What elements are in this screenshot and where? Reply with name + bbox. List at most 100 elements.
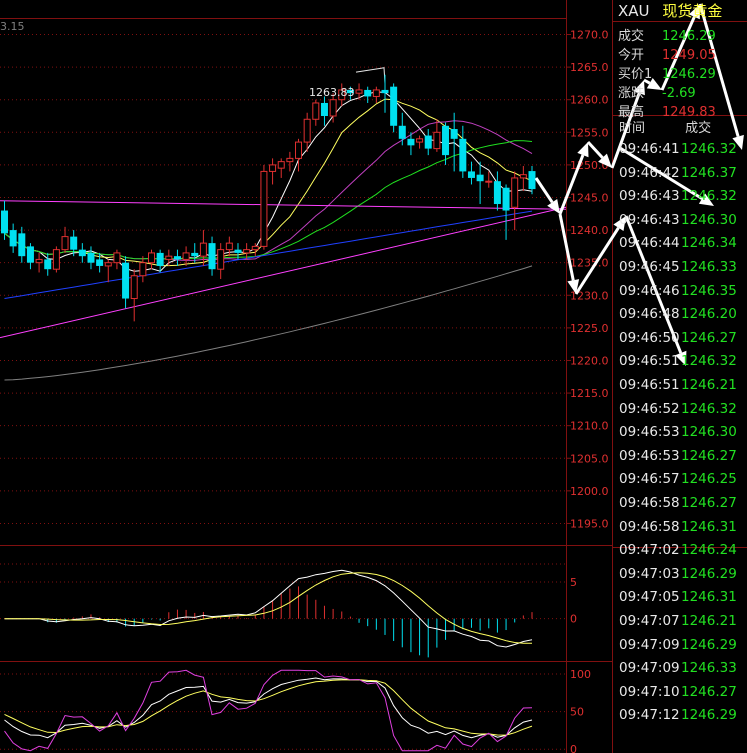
macd-panel: 50	[0, 563, 577, 658]
candle-body	[26, 246, 34, 263]
tick-time: 09:46:53	[619, 447, 680, 464]
quote-label: 涨跌	[618, 86, 645, 101]
candle-body	[61, 236, 69, 251]
tick-price: 1246.33	[681, 660, 737, 677]
tick-row: 09:46:571246.25	[619, 471, 737, 493]
tick-price: 1246.29	[681, 565, 737, 582]
tick-time: 09:46:46	[619, 282, 680, 299]
candle-body	[70, 236, 78, 250]
trend-line-upper	[0, 200, 567, 210]
tick-row: 09:46:581246.31	[619, 519, 737, 541]
tick-row: 09:47:121246.29	[619, 707, 737, 729]
candle-body	[52, 249, 60, 270]
tick-row: 09:47:051246.31	[619, 589, 737, 611]
candle-body	[18, 233, 26, 257]
tick-row: 09:47:091246.33	[619, 660, 737, 682]
kdj-tick-label: 100	[570, 668, 591, 681]
candle-body	[476, 174, 484, 182]
candle-body	[416, 138, 424, 143]
price-tick-label: 1205.0	[570, 452, 609, 465]
high-price-label: 1263.83	[309, 86, 355, 99]
tick-time: 09:46:43	[619, 188, 680, 205]
macd-tick-label: 5	[570, 576, 577, 589]
quote-row: 今开 1249.05	[618, 44, 716, 63]
tick-row: 09:46:511246.21	[619, 377, 737, 399]
tick-row: 09:46:451246.33	[619, 259, 737, 281]
tick-price: 1246.31	[681, 589, 737, 606]
tick-time: 09:46:50	[619, 329, 680, 346]
candle-body	[381, 89, 389, 94]
trend-lines	[0, 67, 567, 339]
candle-body	[44, 259, 52, 270]
tick-price: 1246.32	[681, 400, 737, 417]
tick-price: 1246.32	[681, 188, 737, 205]
quote-value: -2.69	[662, 86, 696, 101]
quote-panel: XAU 现货黄金 成交 1246.29 今开 1249.05 买价1 1246.29 涨跌 -…	[612, 0, 747, 753]
tick-price: 1246.21	[681, 613, 737, 629]
candle-body	[277, 161, 285, 169]
price-axis-labels: 1270.01265.01260.01255.01250.01245.01240…	[570, 29, 609, 531]
candle-body	[9, 230, 17, 247]
tick-time: 09:46:51	[619, 377, 680, 393]
quote-row: 买价1 1246.29	[618, 63, 716, 82]
symbol-code: XAU	[618, 2, 650, 20]
candle-body	[485, 180, 493, 183]
candle-body	[312, 102, 320, 120]
price-tick-label: 1220.0	[570, 354, 609, 367]
tick-price: 1246.32	[681, 141, 737, 157]
arrow-head	[547, 199, 560, 214]
price-tick-label: 1235.0	[570, 257, 609, 270]
candle-body	[173, 256, 181, 260]
tick-price: 1246.30	[681, 424, 737, 441]
candle-body	[398, 125, 406, 139]
tick-price: 1246.29	[681, 636, 737, 653]
tick-time: 09:47:05	[619, 589, 680, 606]
candles-layer	[1, 74, 536, 322]
candle-body	[269, 164, 277, 172]
price-tick-label: 1265.0	[570, 61, 609, 74]
candle-body	[156, 252, 164, 266]
tick-price: 1246.37	[681, 164, 737, 181]
candle-body	[364, 89, 372, 97]
tick-row: 09:47:071246.21	[619, 613, 737, 635]
tick-time: 09:46:57	[619, 471, 680, 488]
candle-body	[104, 262, 112, 267]
candle-body	[234, 249, 242, 253]
tick-time: 09:47:02	[619, 542, 680, 559]
tick-time: 09:46:45	[619, 259, 680, 275]
arrow-shaft	[586, 140, 604, 159]
candle-body	[511, 177, 519, 208]
candle-body	[303, 118, 311, 143]
tick-row: 09:46:581246.27	[619, 495, 737, 517]
tick-price: 1246.27	[681, 329, 737, 346]
ma5-line	[4, 91, 533, 272]
price-tick-label: 1255.0	[570, 126, 609, 139]
tick-price: 1246.32	[681, 353, 737, 370]
kdj-d-line	[4, 679, 533, 736]
ticks-header: 时间 成交	[619, 117, 711, 136]
candle-body	[329, 99, 337, 117]
candle-body	[122, 262, 130, 299]
candle-body	[243, 249, 251, 254]
tick-time: 09:46:51	[619, 353, 680, 370]
ma30-line	[4, 140, 533, 260]
tick-row: 09:46:501246.27	[619, 330, 737, 352]
tick-price: 1246.21	[681, 377, 737, 393]
price-tick-label: 1240.0	[570, 224, 609, 237]
kdj-tick-label: 50	[570, 706, 584, 719]
candle-body	[87, 252, 95, 263]
candle-body	[148, 252, 156, 264]
price-tick-label: 1245.0	[570, 191, 609, 204]
candle-body	[390, 86, 398, 126]
tick-row: 09:46:481246.20	[619, 306, 737, 328]
ticks-header-price: 成交	[685, 121, 712, 136]
macd-dea-line	[4, 572, 533, 644]
price-tick-label: 1225.0	[570, 322, 609, 335]
tick-time: 09:46:58	[619, 518, 680, 535]
candle-body	[528, 171, 536, 190]
candle-body	[320, 102, 328, 117]
macd-tick-label: 0	[570, 613, 577, 626]
quote-label: 今开	[618, 48, 645, 63]
tick-price: 1246.34	[681, 235, 737, 252]
ticks-header-time: 时间	[619, 121, 646, 136]
